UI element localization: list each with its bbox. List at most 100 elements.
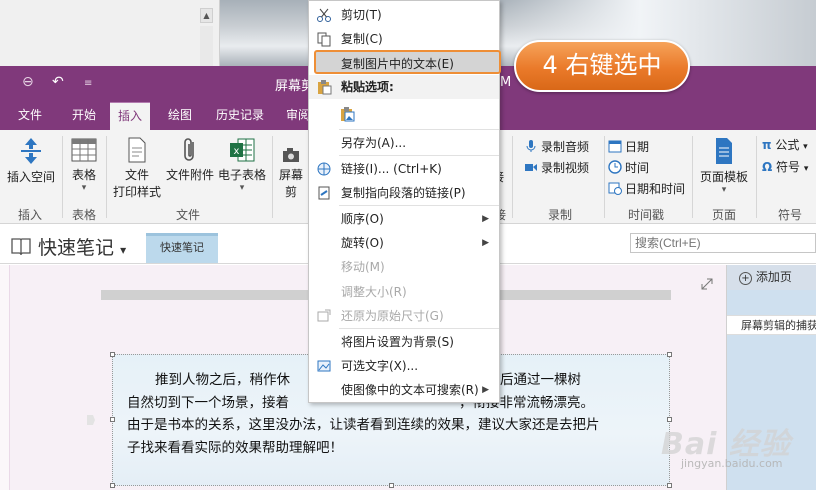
menu-item-rotate[interactable]: 旋转(O) ▶ [309,231,499,255]
expand-icon[interactable] [700,277,714,291]
add-page-label: 添加页 [755,270,792,284]
watermark-sub: jingyan.baidu.com [681,457,783,470]
menu-item-link[interactable]: 链接(I)... (Ctrl+K) [309,157,499,181]
menu-item-copy[interactable]: 复制(C) [309,27,499,51]
submenu-arrow-icon: ▶ [482,214,489,224]
file-attachment-label: 文件附件 [165,168,214,182]
tab-section-quick-notes[interactable]: 快速笔记 [146,233,218,263]
resize-handle[interactable] [389,483,394,488]
equation-button[interactable]: π 公式 ▾ [762,136,808,153]
page-template-label: 页面模板 [699,170,748,184]
file-attachment-button[interactable]: 文件附件 [164,136,216,183]
search-input[interactable] [630,233,816,253]
equation-label: 公式 [775,138,800,152]
tab-insert[interactable]: 插入 [110,102,151,130]
page-template-icon [716,138,732,164]
group-label-symbols: 符号 [778,208,803,222]
context-menu: 剪切(T) 复制(C) 复制图片中的文本(E) 粘贴选项: 另存为(A)... … [308,0,501,403]
scroll-up-arrow[interactable]: ▲ [200,8,213,23]
copy-icon [317,32,331,47]
menu-item-copy-link-to-paragraph[interactable]: 复制指向段落的链接(P) [309,181,499,205]
insert-space-icon [21,138,41,164]
clipboard-icon [318,80,332,95]
resize-handle[interactable] [110,483,115,488]
menu-item-alt-text[interactable]: 可选文字(X)... [309,354,499,378]
paste-picture-button[interactable] [309,100,499,130]
group-label-insert: 插入 [18,208,43,222]
scissors-icon [317,8,331,22]
restore-size-icon [317,309,331,322]
insert-space-button[interactable]: 插入空间 [4,136,58,185]
microphone-icon [526,140,536,152]
resize-handle[interactable] [110,352,115,357]
page-item[interactable]: 屏幕剪辑的捕获 [727,315,816,335]
symbol-label: 符号 [776,160,801,174]
date-time-label: 日期和时间 [625,182,686,196]
file-printout-label-1: 文件 [124,168,149,182]
submenu-arrow-icon: ▶ [482,238,489,248]
scrollbar-track[interactable] [200,26,213,66]
menu-item-set-as-background[interactable]: 将图片设置为背景(S) [309,330,499,354]
tab-history[interactable]: 历史记录 [208,102,272,130]
spreadsheet-button[interactable]: x 电子表格 ▾ [216,136,268,193]
camera-icon [283,148,299,162]
symbol-button[interactable]: Ω 符号 ▾ [762,158,808,175]
file-printout-label-2: 打印样式 [112,185,161,199]
resize-handle[interactable] [110,417,115,422]
tab-draw[interactable]: 绘图 [160,102,200,130]
group-label-pages: 页面 [712,208,737,222]
customize-qat-icon[interactable]: ≡ [84,78,92,89]
date-label: 日期 [625,140,650,154]
menu-item-restore-size: 还原为原始尺寸(G) [309,304,499,328]
back-icon[interactable]: ⊖ [22,74,34,90]
clock-icon [608,160,622,174]
tab-file[interactable]: 文件 [10,102,50,130]
record-video-label: 录制视频 [541,161,590,175]
menu-item-order[interactable]: 顺序(O) ▶ [309,207,499,231]
record-audio-button[interactable]: 录制音频 [524,138,589,155]
svg-text:x: x [234,146,240,157]
time-button[interactable]: 时间 [608,159,649,176]
record-video-button[interactable]: 录制视频 [524,159,589,176]
omega-icon: Ω [762,160,773,174]
plus-icon: + [739,272,752,285]
menu-item-save-as[interactable]: 另存为(A)... [309,131,499,155]
add-page-button[interactable]: + 添加页 [727,265,816,290]
group-label-timestamp: 时间戳 [628,208,665,222]
pi-icon: π [762,138,772,152]
date-time-button[interactable]: 日期和时间 [608,180,685,197]
record-audio-label: 录制音频 [541,140,590,154]
watermark-logo: Bai 经验 jingyan.baidu.com [655,405,815,485]
menu-item-copy-text-from-picture[interactable]: 复制图片中的文本(E) [314,50,501,74]
calendar-icon [608,140,622,153]
tab-home[interactable]: 开始 [64,102,104,130]
step-callout: 4 右键选中 [514,40,690,92]
table-button[interactable]: 表格 ▾ [66,136,102,193]
screen-clip-label: 屏幕剪 [278,168,303,199]
time-label: 时间 [625,161,650,175]
group-label-tables: 表格 [72,208,97,222]
excel-icon: x [230,138,255,162]
spreadsheet-label: 电子表格 [217,168,266,182]
screen-clip-button[interactable]: 屏幕剪 [274,146,308,200]
file-printout-icon [128,137,146,163]
link-icon [318,186,330,200]
paperclip-icon [184,138,194,161]
group-label-files: 文件 [176,208,201,222]
resize-handle[interactable] [667,352,672,357]
page-template-button[interactable]: 页面模板 ▾ [696,136,752,195]
background-window: ▲ [0,0,220,66]
menu-item-make-text-searchable[interactable]: 使图像中的文本可搜索(R) ▶ [309,378,499,402]
paragraph-handle-icon[interactable] [86,414,96,426]
insert-space-label: 插入空间 [6,170,55,184]
alt-text-icon [317,360,331,372]
file-printout-button[interactable]: 文件 打印样式 [110,136,164,200]
notebook-selector[interactable]: 快速笔记 ▾ [10,233,126,260]
chevron-down-icon: ▾ [120,243,127,257]
menu-item-cut[interactable]: 剪切(T) [309,3,499,27]
menu-item-move: 移动(M) [341,260,385,274]
table-label: 表格 [71,168,96,182]
calendar-clock-icon [608,182,622,195]
undo-icon[interactable]: ↶ [52,74,64,90]
date-button[interactable]: 日期 [608,138,649,155]
